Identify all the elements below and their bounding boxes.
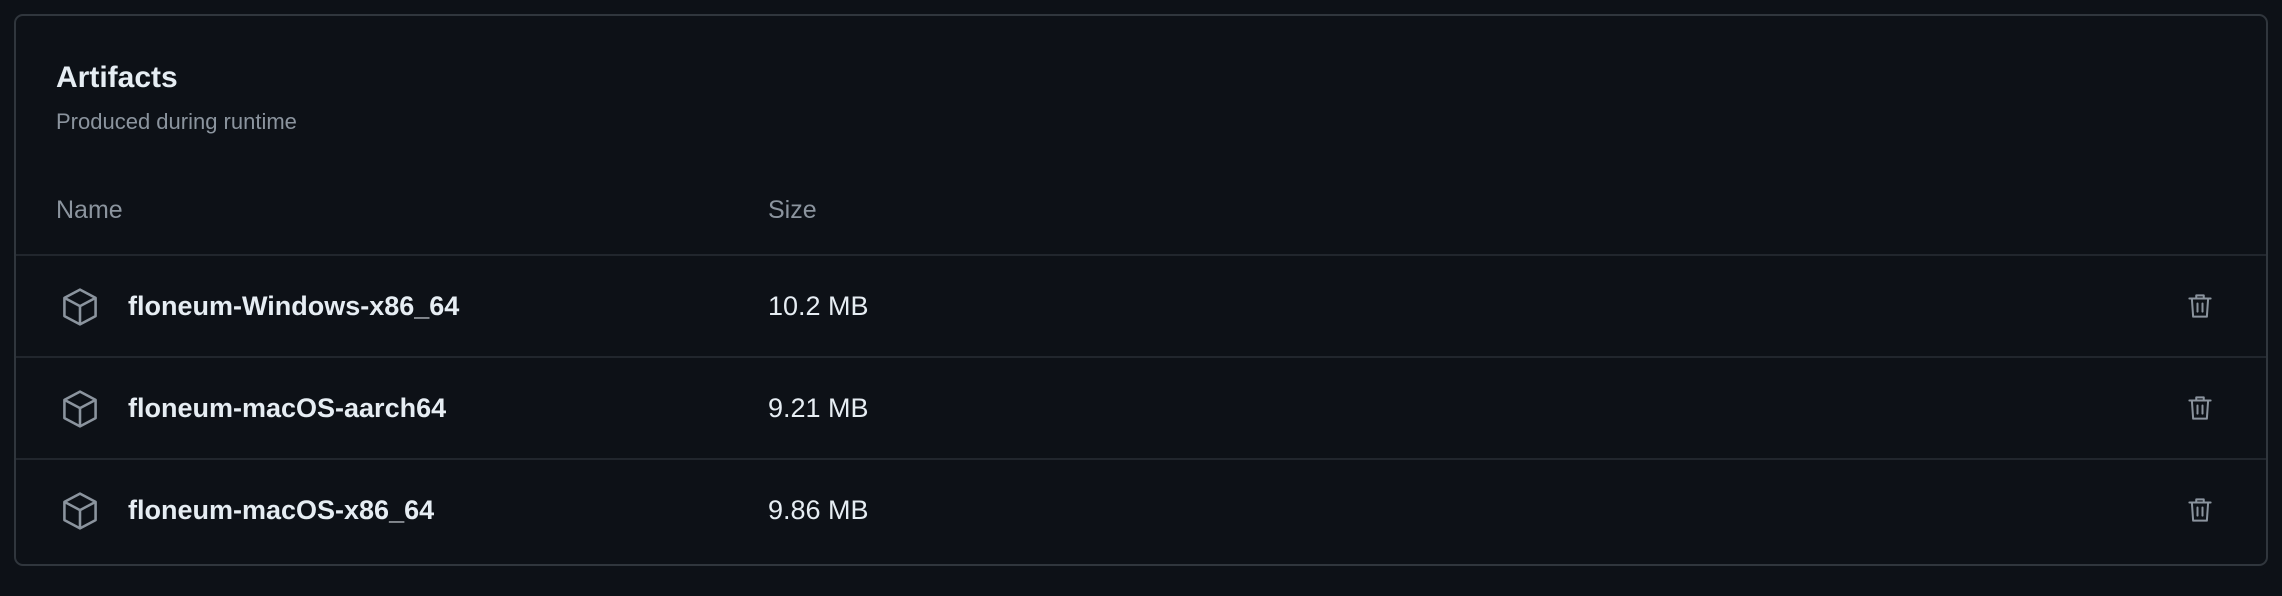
trash-icon xyxy=(2188,498,2212,522)
artifact-size: 9.21 MB xyxy=(768,393,869,423)
artifacts-header: Artifacts Produced during runtime xyxy=(56,60,297,136)
delete-artifact-button[interactable] xyxy=(2180,490,2220,530)
artifact-row: floneum-macOS-x86_64 9.86 MB xyxy=(16,458,2266,566)
trash-icon xyxy=(2188,396,2212,420)
delete-artifact-button[interactable] xyxy=(2180,388,2220,428)
package-icon xyxy=(58,489,102,533)
package-icon xyxy=(58,387,102,431)
artifact-name-link[interactable]: floneum-Windows-x86_64 xyxy=(128,289,459,323)
column-header-name: Name xyxy=(56,196,123,224)
artifacts-subtitle: Produced during runtime xyxy=(56,109,297,134)
artifact-row: floneum-macOS-aarch64 9.21 MB xyxy=(16,356,2266,458)
artifact-name-link[interactable]: floneum-macOS-aarch64 xyxy=(128,391,446,425)
artifact-row: floneum-Windows-x86_64 10.2 MB xyxy=(16,254,2266,356)
trash-icon xyxy=(2188,294,2212,318)
artifact-name-link[interactable]: floneum-macOS-x86_64 xyxy=(128,493,434,527)
artifact-size: 9.86 MB xyxy=(768,495,869,525)
package-icon xyxy=(58,285,102,329)
artifacts-panel: Artifacts Produced during runtime Name S… xyxy=(14,14,2268,566)
artifact-size: 10.2 MB xyxy=(768,291,869,321)
delete-artifact-button[interactable] xyxy=(2180,286,2220,326)
column-header-size: Size xyxy=(768,196,817,224)
artifacts-title: Artifacts xyxy=(56,61,178,94)
